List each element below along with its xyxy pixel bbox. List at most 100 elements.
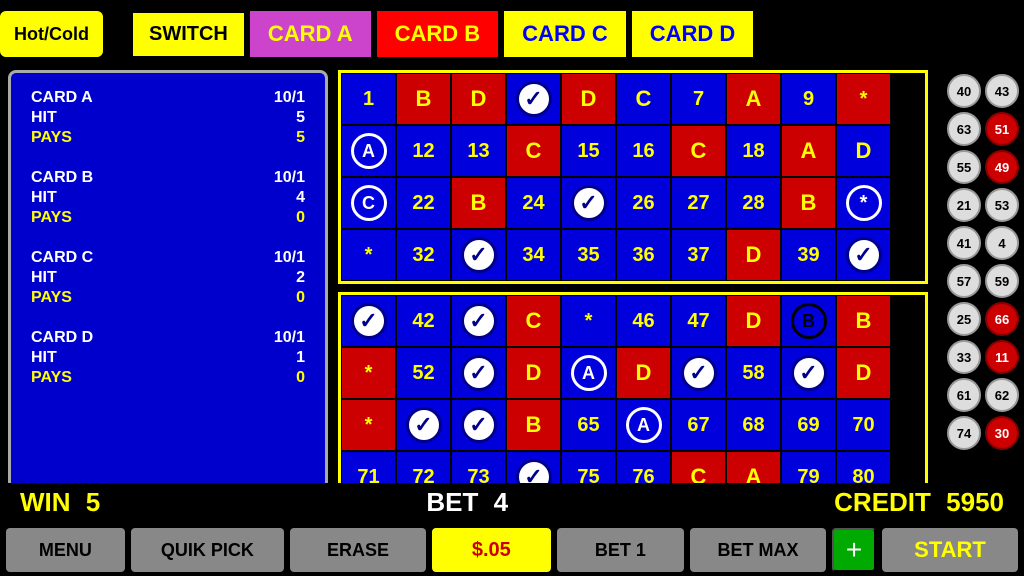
cell-c4[interactable]: C <box>506 295 561 347</box>
cell-d2[interactable]: D <box>561 73 616 125</box>
ball-43[interactable]: 43 <box>985 74 1019 108</box>
ball-55[interactable]: 55 <box>947 150 981 184</box>
cell-d7[interactable]: D <box>616 347 671 399</box>
cell-check6[interactable]: ✓ <box>451 295 506 347</box>
cell-42[interactable]: 42 <box>396 295 451 347</box>
ball-66[interactable]: 66 <box>985 302 1019 336</box>
cell-13[interactable]: 13 <box>451 125 506 177</box>
ball-74[interactable]: 74 <box>947 416 981 450</box>
cell-star3[interactable]: * <box>341 229 396 281</box>
cell-b1[interactable]: B <box>396 73 451 125</box>
card-b-tab[interactable]: CARD B <box>377 11 499 57</box>
cell-star2[interactable]: * <box>836 177 891 229</box>
cell-68[interactable]: 68 <box>726 399 781 451</box>
cell-22[interactable]: 22 <box>396 177 451 229</box>
cell-d1[interactable]: D <box>451 73 506 125</box>
cell-a-circle3[interactable]: A <box>616 399 671 451</box>
cell-b2[interactable]: B <box>451 177 506 229</box>
cell-18[interactable]: 18 <box>726 125 781 177</box>
cell-d8[interactable]: D <box>836 347 891 399</box>
cell-52[interactable]: 52 <box>396 347 451 399</box>
start-button[interactable]: START <box>882 528 1018 572</box>
ball-53[interactable]: 53 <box>985 188 1019 222</box>
ball-57[interactable]: 57 <box>947 264 981 298</box>
card-a-tab[interactable]: CARD A <box>250 11 371 57</box>
ball-4[interactable]: 4 <box>985 226 1019 260</box>
ball-11[interactable]: 11 <box>985 340 1019 374</box>
cell-16[interactable]: 16 <box>616 125 671 177</box>
cell-d3[interactable]: D <box>836 125 891 177</box>
cell-d6[interactable]: D <box>506 347 561 399</box>
cell-34[interactable]: 34 <box>506 229 561 281</box>
cell-58[interactable]: 58 <box>726 347 781 399</box>
cell-c3[interactable]: C <box>671 125 726 177</box>
cell-35[interactable]: 35 <box>561 229 616 281</box>
dollar-button[interactable]: $.05 <box>432 528 551 572</box>
cell-15[interactable]: 15 <box>561 125 616 177</box>
cell-7[interactable]: 7 <box>671 73 726 125</box>
hot-cold-button[interactable]: Hot/Cold <box>0 11 103 57</box>
ball-61[interactable]: 61 <box>947 378 981 412</box>
menu-button[interactable]: MENU <box>6 528 125 572</box>
cell-39[interactable]: 39 <box>781 229 836 281</box>
cell-65[interactable]: 65 <box>561 399 616 451</box>
cell-36[interactable]: 36 <box>616 229 671 281</box>
cell-star1[interactable]: * <box>836 73 891 125</box>
cell-46[interactable]: 46 <box>616 295 671 347</box>
cell-check4[interactable]: ✓ <box>836 229 891 281</box>
cell-b6[interactable]: B <box>506 399 561 451</box>
cell-26[interactable]: 26 <box>616 177 671 229</box>
cell-check3[interactable]: ✓ <box>451 229 506 281</box>
cell-b5[interactable]: B <box>836 295 891 347</box>
ball-40[interactable]: 40 <box>947 74 981 108</box>
cell-a-circle1[interactable]: A <box>341 125 396 177</box>
cell-a1[interactable]: A <box>726 73 781 125</box>
ball-59[interactable]: 59 <box>985 264 1019 298</box>
cell-check8[interactable]: ✓ <box>671 347 726 399</box>
ball-51[interactable]: 51 <box>985 112 1019 146</box>
ball-62[interactable]: 62 <box>985 378 1019 412</box>
cell-c2[interactable]: C <box>506 125 561 177</box>
cell-70[interactable]: 70 <box>836 399 891 451</box>
cell-star4[interactable]: * <box>561 295 616 347</box>
erase-button[interactable]: ERASE <box>290 528 426 572</box>
cell-47[interactable]: 47 <box>671 295 726 347</box>
cell-check9[interactable]: ✓ <box>781 347 836 399</box>
quik-pick-button[interactable]: QUIK PICK <box>131 528 284 572</box>
cell-69[interactable]: 69 <box>781 399 836 451</box>
ball-25[interactable]: 25 <box>947 302 981 336</box>
card-c-tab[interactable]: CARD C <box>504 11 626 57</box>
cell-star5[interactable]: * <box>341 347 396 399</box>
card-d-tab[interactable]: CARD D <box>632 11 754 57</box>
bet-max-button[interactable]: BET MAX <box>690 528 826 572</box>
cell-check2[interactable]: ✓ <box>561 177 616 229</box>
cell-check10[interactable]: ✓ <box>396 399 451 451</box>
cell-37[interactable]: 37 <box>671 229 726 281</box>
ball-33[interactable]: 33 <box>947 340 981 374</box>
cell-check7[interactable]: ✓ <box>451 347 506 399</box>
cell-c-circle[interactable]: C <box>341 177 396 229</box>
cell-67[interactable]: 67 <box>671 399 726 451</box>
cell-32[interactable]: 32 <box>396 229 451 281</box>
cell-star6[interactable]: * <box>341 399 396 451</box>
cell-b4[interactable]: B <box>781 295 836 347</box>
cell-12[interactable]: 12 <box>396 125 451 177</box>
cell-d4[interactable]: D <box>726 229 781 281</box>
bet1-button[interactable]: BET 1 <box>557 528 684 572</box>
cell-24[interactable]: 24 <box>506 177 561 229</box>
cell-9[interactable]: 9 <box>781 73 836 125</box>
cell-check5[interactable]: ✓ <box>341 295 396 347</box>
cell-28[interactable]: 28 <box>726 177 781 229</box>
ball-21[interactable]: 21 <box>947 188 981 222</box>
cell-check11[interactable]: ✓ <box>451 399 506 451</box>
ball-49[interactable]: 49 <box>985 150 1019 184</box>
cell-c1[interactable]: C <box>616 73 671 125</box>
cell-b3[interactable]: B <box>781 177 836 229</box>
ball-63[interactable]: 63 <box>947 112 981 146</box>
cell-27[interactable]: 27 <box>671 177 726 229</box>
cell-a2[interactable]: A <box>781 125 836 177</box>
cell-a-circle2[interactable]: A <box>561 347 616 399</box>
ball-30[interactable]: 30 <box>985 416 1019 450</box>
plus-button[interactable]: + <box>832 528 876 572</box>
cell-check1[interactable]: ✓ <box>506 73 561 125</box>
